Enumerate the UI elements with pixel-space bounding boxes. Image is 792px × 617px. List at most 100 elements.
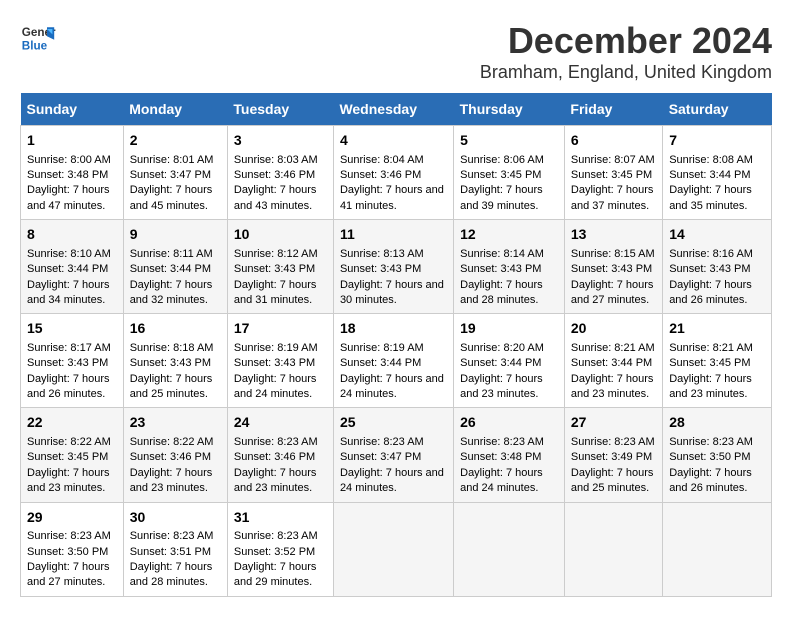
daylight-text: Daylight: 7 hours and 27 minutes. <box>27 561 110 588</box>
daylight-text: Daylight: 7 hours and 47 minutes. <box>27 184 110 211</box>
day-number: 29 <box>27 508 117 528</box>
daylight-text: Daylight: 7 hours and 25 minutes. <box>130 373 213 400</box>
calendar-cell: 18Sunrise: 8:19 AMSunset: 3:44 PMDayligh… <box>333 314 453 408</box>
calendar-cell: 20Sunrise: 8:21 AMSunset: 3:44 PMDayligh… <box>564 314 662 408</box>
sunset-text: Sunset: 3:43 PM <box>234 263 315 275</box>
daylight-text: Daylight: 7 hours and 34 minutes. <box>27 279 110 306</box>
sunset-text: Sunset: 3:45 PM <box>27 451 108 463</box>
daylight-text: Daylight: 7 hours and 31 minutes. <box>234 279 317 306</box>
calendar-cell: 3Sunrise: 8:03 AMSunset: 3:46 PMDaylight… <box>227 126 333 220</box>
sunset-text: Sunset: 3:45 PM <box>460 169 541 181</box>
sunrise-text: Sunrise: 8:16 AM <box>669 248 753 260</box>
sunrise-text: Sunrise: 8:23 AM <box>460 436 544 448</box>
day-number: 4 <box>340 131 447 151</box>
sunrise-text: Sunrise: 8:23 AM <box>669 436 753 448</box>
calendar-cell: 29Sunrise: 8:23 AMSunset: 3:50 PMDayligh… <box>21 502 124 596</box>
daylight-text: Daylight: 7 hours and 24 minutes. <box>234 373 317 400</box>
day-number: 3 <box>234 131 327 151</box>
sunset-text: Sunset: 3:44 PM <box>27 263 108 275</box>
daylight-text: Daylight: 7 hours and 30 minutes. <box>340 279 444 306</box>
sunset-text: Sunset: 3:45 PM <box>669 357 750 369</box>
daylight-text: Daylight: 7 hours and 23 minutes. <box>669 373 752 400</box>
day-number: 19 <box>460 319 558 339</box>
sunrise-text: Sunrise: 8:18 AM <box>130 342 214 354</box>
calendar-cell: 13Sunrise: 8:15 AMSunset: 3:43 PMDayligh… <box>564 220 662 314</box>
daylight-text: Daylight: 7 hours and 43 minutes. <box>234 184 317 211</box>
calendar-cell <box>333 502 453 596</box>
sunrise-text: Sunrise: 8:14 AM <box>460 248 544 260</box>
daylight-text: Daylight: 7 hours and 23 minutes. <box>234 467 317 494</box>
sunrise-text: Sunrise: 8:08 AM <box>669 154 753 166</box>
daylight-text: Daylight: 7 hours and 23 minutes. <box>130 467 213 494</box>
calendar-cell: 2Sunrise: 8:01 AMSunset: 3:47 PMDaylight… <box>123 126 227 220</box>
calendar-cell: 30Sunrise: 8:23 AMSunset: 3:51 PMDayligh… <box>123 502 227 596</box>
day-number: 13 <box>571 225 656 245</box>
day-number: 9 <box>130 225 221 245</box>
sunrise-text: Sunrise: 8:17 AM <box>27 342 111 354</box>
sunset-text: Sunset: 3:44 PM <box>571 357 652 369</box>
day-number: 15 <box>27 319 117 339</box>
title-area: December 2024 Bramham, England, United K… <box>480 20 772 83</box>
sunset-text: Sunset: 3:43 PM <box>130 357 211 369</box>
header-cell-wednesday: Wednesday <box>333 93 453 126</box>
sunset-text: Sunset: 3:47 PM <box>340 451 421 463</box>
day-number: 31 <box>234 508 327 528</box>
sunrise-text: Sunrise: 8:03 AM <box>234 154 318 166</box>
sunset-text: Sunset: 3:47 PM <box>130 169 211 181</box>
daylight-text: Daylight: 7 hours and 45 minutes. <box>130 184 213 211</box>
daylight-text: Daylight: 7 hours and 35 minutes. <box>669 184 752 211</box>
calendar-cell: 21Sunrise: 8:21 AMSunset: 3:45 PMDayligh… <box>663 314 772 408</box>
day-number: 7 <box>669 131 765 151</box>
sunrise-text: Sunrise: 8:23 AM <box>130 530 214 542</box>
sunset-text: Sunset: 3:46 PM <box>130 451 211 463</box>
calendar-cell <box>564 502 662 596</box>
calendar-cell: 4Sunrise: 8:04 AMSunset: 3:46 PMDaylight… <box>333 126 453 220</box>
sunrise-text: Sunrise: 8:19 AM <box>234 342 318 354</box>
calendar-cell: 31Sunrise: 8:23 AMSunset: 3:52 PMDayligh… <box>227 502 333 596</box>
daylight-text: Daylight: 7 hours and 37 minutes. <box>571 184 654 211</box>
daylight-text: Daylight: 7 hours and 26 minutes. <box>27 373 110 400</box>
sunset-text: Sunset: 3:49 PM <box>571 451 652 463</box>
daylight-text: Daylight: 7 hours and 24 minutes. <box>460 467 543 494</box>
calendar-cell: 1Sunrise: 8:00 AMSunset: 3:48 PMDaylight… <box>21 126 124 220</box>
header-row: SundayMondayTuesdayWednesdayThursdayFrid… <box>21 93 772 126</box>
calendar-cell: 24Sunrise: 8:23 AMSunset: 3:46 PMDayligh… <box>227 408 333 502</box>
sunset-text: Sunset: 3:46 PM <box>340 169 421 181</box>
calendar-cell: 8Sunrise: 8:10 AMSunset: 3:44 PMDaylight… <box>21 220 124 314</box>
day-number: 6 <box>571 131 656 151</box>
calendar-cell: 15Sunrise: 8:17 AMSunset: 3:43 PMDayligh… <box>21 314 124 408</box>
calendar-cell: 26Sunrise: 8:23 AMSunset: 3:48 PMDayligh… <box>454 408 565 502</box>
calendar-cell: 23Sunrise: 8:22 AMSunset: 3:46 PMDayligh… <box>123 408 227 502</box>
sunrise-text: Sunrise: 8:22 AM <box>130 436 214 448</box>
day-number: 24 <box>234 413 327 433</box>
sunrise-text: Sunrise: 8:06 AM <box>460 154 544 166</box>
calendar-cell: 11Sunrise: 8:13 AMSunset: 3:43 PMDayligh… <box>333 220 453 314</box>
daylight-text: Daylight: 7 hours and 23 minutes. <box>27 467 110 494</box>
sunrise-text: Sunrise: 8:23 AM <box>27 530 111 542</box>
calendar-cell: 16Sunrise: 8:18 AMSunset: 3:43 PMDayligh… <box>123 314 227 408</box>
sunrise-text: Sunrise: 8:04 AM <box>340 154 424 166</box>
sunrise-text: Sunrise: 8:22 AM <box>27 436 111 448</box>
calendar-cell: 9Sunrise: 8:11 AMSunset: 3:44 PMDaylight… <box>123 220 227 314</box>
calendar-cell: 10Sunrise: 8:12 AMSunset: 3:43 PMDayligh… <box>227 220 333 314</box>
sunset-text: Sunset: 3:45 PM <box>571 169 652 181</box>
header-cell-saturday: Saturday <box>663 93 772 126</box>
day-number: 17 <box>234 319 327 339</box>
calendar-week-row: 8Sunrise: 8:10 AMSunset: 3:44 PMDaylight… <box>21 220 772 314</box>
day-number: 30 <box>130 508 221 528</box>
calendar-week-row: 1Sunrise: 8:00 AMSunset: 3:48 PMDaylight… <box>21 126 772 220</box>
sunrise-text: Sunrise: 8:01 AM <box>130 154 214 166</box>
sunset-text: Sunset: 3:51 PM <box>130 546 211 558</box>
day-number: 26 <box>460 413 558 433</box>
day-number: 25 <box>340 413 447 433</box>
sunrise-text: Sunrise: 8:13 AM <box>340 248 424 260</box>
calendar-cell: 14Sunrise: 8:16 AMSunset: 3:43 PMDayligh… <box>663 220 772 314</box>
calendar-cell: 17Sunrise: 8:19 AMSunset: 3:43 PMDayligh… <box>227 314 333 408</box>
header-cell-friday: Friday <box>564 93 662 126</box>
daylight-text: Daylight: 7 hours and 23 minutes. <box>571 373 654 400</box>
sunrise-text: Sunrise: 8:21 AM <box>571 342 655 354</box>
daylight-text: Daylight: 7 hours and 26 minutes. <box>669 279 752 306</box>
day-number: 12 <box>460 225 558 245</box>
daylight-text: Daylight: 7 hours and 28 minutes. <box>460 279 543 306</box>
sunrise-text: Sunrise: 8:11 AM <box>130 248 213 260</box>
